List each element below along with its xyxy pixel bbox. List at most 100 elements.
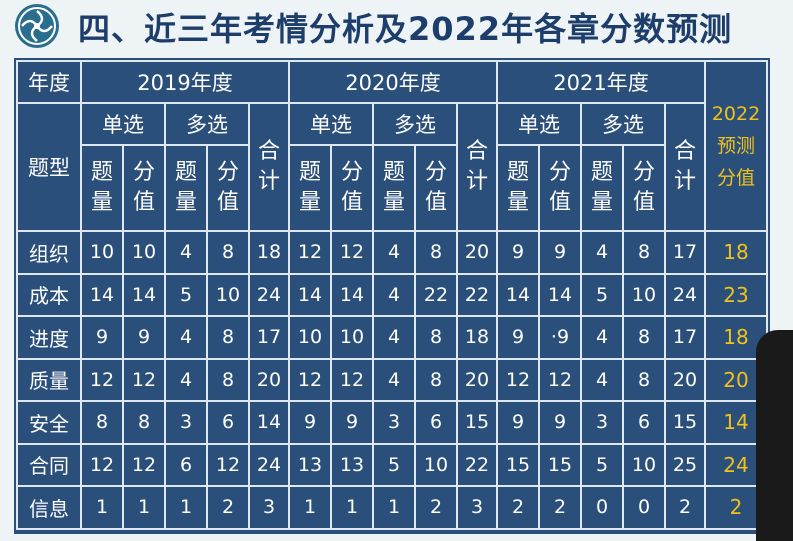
table-cell: 17 <box>248 315 290 360</box>
table-row: 质量 12 12 4 8 20 12 12 4 8 20 12 12 4 8 20 20 <box>16 357 768 402</box>
table-cell: 5 <box>164 272 208 317</box>
count-header: 题量 <box>496 144 540 232</box>
table-cell: 4 <box>580 357 624 402</box>
table-cell: 12 <box>80 442 124 487</box>
table-cell: 5 <box>580 272 624 317</box>
multi-choice-header: 多选 <box>164 102 250 146</box>
table-cell: 3 <box>372 400 416 445</box>
count-header: 题量 <box>580 144 624 232</box>
table-row: 信息 1 1 1 2 3 1 1 1 2 3 2 2 0 0 2 2 <box>16 485 768 530</box>
table-cell: 9 <box>496 315 540 360</box>
prediction-header: 2022 预测 分值 <box>704 60 768 232</box>
single-choice-header: 单选 <box>288 102 374 146</box>
corner-cell: 年度 <box>16 60 82 104</box>
year-2019-header: 2019年度 <box>80 60 290 104</box>
table-cell: 20 <box>664 357 706 402</box>
table-cell: 14 <box>248 400 290 445</box>
table-cell: 8 <box>206 315 250 360</box>
table-cell: 9 <box>80 315 124 360</box>
table-cell: 8 <box>414 230 458 275</box>
table-cell: 2 <box>664 485 706 530</box>
presenter-silhouette <box>756 330 793 541</box>
table-cell: 10 <box>414 442 458 487</box>
table-cell: 4 <box>580 230 624 275</box>
table-cell: 10 <box>330 315 374 360</box>
table-cell: 6 <box>414 400 458 445</box>
table-cell: 12 <box>122 442 166 487</box>
table-cell: 4 <box>164 230 208 275</box>
row-label: 信息 <box>16 485 82 530</box>
subheader-row: 题量 分值 题量 分值 题量 分值 题量 分值 题量 分值 题量 分值 <box>17 144 767 232</box>
table-cell: 15 <box>538 442 582 487</box>
table-cell: 4 <box>164 357 208 402</box>
table-cell: 14 <box>496 272 540 317</box>
multi-choice-header: 多选 <box>372 102 458 146</box>
table-cell: 6 <box>206 400 250 445</box>
logo-icon <box>15 4 59 48</box>
table-row: 安全 8 8 3 6 14 9 9 3 6 15 9 9 3 6 15 14 <box>16 400 768 445</box>
row-label: 组织 <box>16 230 82 275</box>
table-cell: 2 <box>414 485 458 530</box>
table-cell: 4 <box>372 315 416 360</box>
table-cell: 12 <box>538 357 582 402</box>
table-row: 合同 12 12 6 12 24 13 13 5 10 22 15 15 5 10 25 24 <box>16 442 768 487</box>
score-header: 分值 <box>414 144 458 232</box>
table-cell: 8 <box>622 230 666 275</box>
table-cell: 9 <box>330 400 374 445</box>
table-cell: 17 <box>664 315 706 360</box>
table-cell: 12 <box>80 357 124 402</box>
table-cell: 5 <box>372 442 416 487</box>
page-title: 四、近三年考情分析及2022年各章分数预测 <box>78 10 733 48</box>
table-cell: 13 <box>330 442 374 487</box>
table-cell: 3 <box>580 400 624 445</box>
score-header: 分值 <box>330 144 374 232</box>
table-cell: ·9 <box>538 315 582 360</box>
table-cell: 10 <box>622 272 666 317</box>
table-cell: 8 <box>122 400 166 445</box>
table-cell: 24 <box>248 272 290 317</box>
table-cell: 22 <box>414 272 458 317</box>
prediction-cell: 18 <box>704 230 768 275</box>
count-header: 题量 <box>288 144 332 232</box>
row-label: 质量 <box>16 357 82 402</box>
table-cell: 12 <box>496 357 540 402</box>
table-body: 组织 10 10 4 8 18 12 12 4 8 20 9 9 4 8 17 18 成本 14 14 5 10 24 14 1… <box>16 230 768 530</box>
table-cell: 10 <box>288 315 332 360</box>
table-cell: 1 <box>164 485 208 530</box>
table-row: 进度 9 9 4 8 17 10 10 4 8 18 9·9 4 8 17 18 <box>16 315 768 360</box>
year-2020-header: 2020年度 <box>288 60 498 104</box>
score-header: 分值 <box>206 144 250 232</box>
row-label: 安全 <box>16 400 82 445</box>
count-header: 题量 <box>80 144 124 232</box>
table-cell: 1 <box>122 485 166 530</box>
table-row: 组织 10 10 4 8 18 12 12 4 8 20 9 9 4 8 17 18 <box>16 230 768 275</box>
table-cell: 9 <box>538 400 582 445</box>
table-cell: 3 <box>456 485 498 530</box>
score-header: 分值 <box>538 144 582 232</box>
table-cell: 8 <box>414 357 458 402</box>
table-cell: 0 <box>622 485 666 530</box>
table-cell: 15 <box>496 442 540 487</box>
table-cell: 4 <box>372 272 416 317</box>
table-cell: 20 <box>248 357 290 402</box>
type-label-cell: 题型 <box>16 102 82 232</box>
table-cell: 14 <box>330 272 374 317</box>
total-header: 合计 <box>664 102 706 232</box>
header: 四、近三年考情分析及2022年各章分数预测 <box>0 0 793 52</box>
table-cell: 15 <box>456 400 498 445</box>
table-cell: 8 <box>622 357 666 402</box>
multi-choice-header: 多选 <box>580 102 666 146</box>
table-cell: 5 <box>580 442 624 487</box>
table-cell: 14 <box>538 272 582 317</box>
table-cell: 9 <box>288 400 332 445</box>
table-cell: 14 <box>80 272 124 317</box>
single-choice-header: 单选 <box>496 102 582 146</box>
year-2021-header: 2021年度 <box>496 60 706 104</box>
table-cell: 20 <box>456 357 498 402</box>
single-choice-header: 单选 <box>80 102 166 146</box>
row-label: 合同 <box>16 442 82 487</box>
score-table: 年度 2019年度 2020年度 2021年度 2022 预测 分值 题型 单选 多… <box>16 60 768 530</box>
table-cell: 12 <box>330 357 374 402</box>
table-cell: 18 <box>456 315 498 360</box>
table-cell: 9 <box>496 230 540 275</box>
